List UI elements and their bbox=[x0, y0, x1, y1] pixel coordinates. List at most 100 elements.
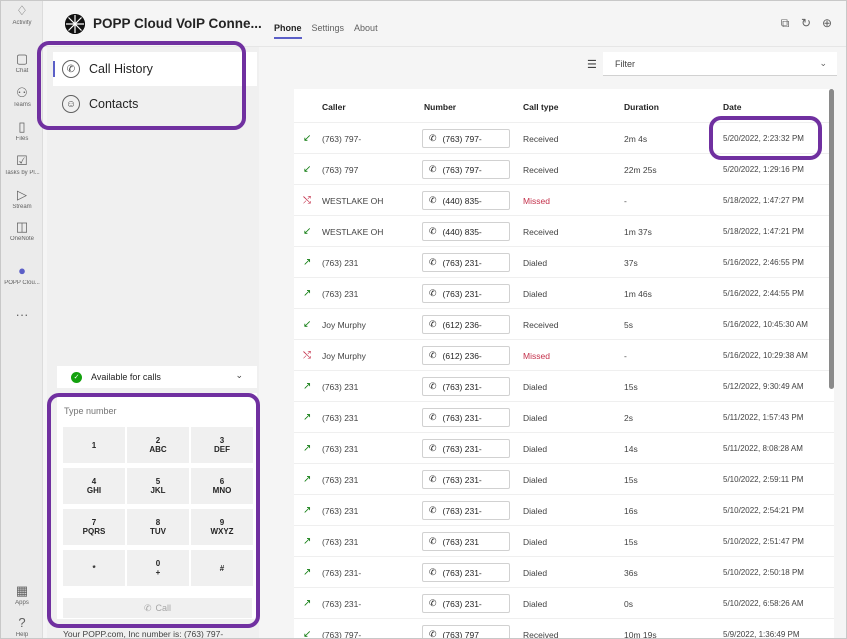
number-call-button[interactable]: ✆ (763) 797- bbox=[422, 129, 510, 148]
rail-item[interactable]: ◫ OneNote bbox=[1, 219, 43, 255]
table-row[interactable]: ↗ (763) 231- ✆ (763) 231- Dialed 36s 5/10/2022… bbox=[294, 556, 834, 587]
number-call-button[interactable]: ✆ (763) 231- bbox=[422, 501, 510, 520]
number-call-button[interactable]: ✆ (763) 231 bbox=[422, 532, 510, 551]
rail-item-label: Chat bbox=[15, 68, 29, 74]
tasks-icon: ☑ bbox=[16, 153, 28, 168]
caller-cell: WESTLAKE OH bbox=[322, 196, 384, 206]
keypad-key[interactable]: # bbox=[191, 550, 253, 586]
nav-contacts-label: Contacts bbox=[89, 97, 139, 111]
number-call-button[interactable]: ✆ (763) 231- bbox=[422, 439, 510, 458]
number-call-button[interactable]: ✆ (612) 236- bbox=[422, 346, 510, 365]
keypad-digit: 1 bbox=[91, 440, 97, 450]
number-cell: (763) 231 bbox=[442, 536, 479, 547]
availability-dropdown[interactable]: ✓ Available for calls ⌄ bbox=[57, 366, 257, 388]
rail-item[interactable]: ··· bbox=[1, 307, 43, 343]
table-row[interactable]: ↙ (763) 797- ✆ (763) 797 Received 10m 19s 5/9/… bbox=[294, 618, 834, 639]
dialed-call-icon: ↗ bbox=[303, 443, 312, 454]
number-call-button[interactable]: ✆ (763) 231- bbox=[422, 594, 510, 613]
keypad-key[interactable]: 5 JKL bbox=[127, 468, 189, 504]
keypad-key[interactable]: 8 TUV bbox=[127, 509, 189, 545]
table-row[interactable]: ↗ (763) 231- ✆ (763) 231- Dialed 0s 5/10/2022,… bbox=[294, 587, 834, 618]
date-cell: 5/16/2022, 10:29:38 AM bbox=[723, 351, 808, 360]
keypad-key[interactable]: 9 WXYZ bbox=[191, 509, 253, 545]
keypad-key[interactable]: 2 ABC bbox=[127, 427, 189, 463]
phone-icon: ✆ bbox=[429, 412, 437, 422]
rail-item[interactable]: ▢ Chat bbox=[1, 51, 43, 87]
number-call-button[interactable]: ✆ (763) 231- bbox=[422, 408, 510, 427]
number-call-button[interactable]: ✆ (440) 835- bbox=[422, 222, 510, 241]
keypad-key[interactable]: 1 bbox=[63, 427, 125, 463]
rail-item[interactable]: ⚇ Teams bbox=[1, 85, 43, 121]
rail-item[interactable]: ▯ Files bbox=[1, 119, 43, 155]
number-call-button[interactable]: ✆ (763) 231- bbox=[422, 377, 510, 396]
keypad-key[interactable]: 4 GHI bbox=[63, 468, 125, 504]
globe-icon[interactable]: ⊕ bbox=[820, 16, 834, 30]
keypad-key[interactable]: * bbox=[63, 550, 125, 586]
keypad-key[interactable]: 3 DEF bbox=[191, 427, 253, 463]
number-call-button[interactable]: ✆ (763) 231- bbox=[422, 253, 510, 272]
rail-item[interactable]: ● POPP Clou... bbox=[1, 263, 43, 299]
caller-cell: (763) 231 bbox=[322, 289, 359, 299]
date-cell: 5/18/2022, 1:47:27 PM bbox=[723, 196, 804, 205]
nav-call-history[interactable]: ✆ Call History bbox=[53, 52, 257, 86]
rail-item[interactable]: ▦ Apps bbox=[1, 583, 43, 619]
date-cell: 5/10/2022, 2:54:21 PM bbox=[723, 506, 804, 515]
rail-item[interactable]: ☑ Tasks by Pl... bbox=[1, 153, 43, 189]
date-cell: 5/10/2022, 2:59:11 PM bbox=[723, 475, 804, 484]
keypad-key[interactable]: 7 PQRS bbox=[63, 509, 125, 545]
number-input[interactable] bbox=[64, 403, 250, 419]
scrollbar[interactable] bbox=[829, 89, 834, 389]
number-call-button[interactable]: ✆ (763) 231- bbox=[422, 284, 510, 303]
number-cell: (763) 797- bbox=[442, 133, 482, 144]
table-row[interactable]: ↙ (763) 797- ✆ (763) 797- Received 2m 4s 5/20/… bbox=[294, 122, 834, 153]
number-call-button[interactable]: ✆ (440) 835- bbox=[422, 191, 510, 210]
keypad-key[interactable]: 0 + bbox=[127, 550, 189, 586]
table-row[interactable]: ⤭ WESTLAKE OH ✆ (440) 835- Missed - 5/18/2022,… bbox=[294, 184, 834, 215]
rail-item-label: Apps bbox=[15, 600, 29, 606]
number-call-button[interactable]: ✆ (763) 797 bbox=[422, 625, 510, 638]
received-call-icon: ↙ bbox=[303, 629, 312, 639]
tab-about[interactable]: About bbox=[354, 1, 378, 47]
table-row[interactable]: ↗ (763) 231 ✆ (763) 231- Dialed 15s 5/10/2022,… bbox=[294, 463, 834, 494]
tab-settings[interactable]: Settings bbox=[312, 1, 345, 47]
filter-dropdown[interactable]: Filter ⌄ bbox=[603, 52, 837, 76]
popout-icon[interactable]: ⧉ bbox=[778, 16, 792, 30]
number-call-button[interactable]: ✆ (763) 231- bbox=[422, 470, 510, 489]
number-call-button[interactable]: ✆ (763) 231- bbox=[422, 563, 510, 582]
table-row[interactable]: ↗ (763) 231 ✆ (763) 231- Dialed 15s 5/12/2022,… bbox=[294, 370, 834, 401]
call-type-cell: Dialed bbox=[523, 444, 548, 454]
chat-icon: ▢ bbox=[15, 51, 29, 66]
refresh-icon[interactable]: ↻ bbox=[799, 16, 813, 30]
tab-phone[interactable]: Phone bbox=[274, 1, 302, 47]
nav-contacts[interactable]: ☺ Contacts bbox=[53, 87, 257, 121]
rail-item[interactable]: ♢ Activity bbox=[1, 3, 43, 39]
col-header-duration: Duration bbox=[624, 102, 659, 112]
rail-item-label: Help bbox=[15, 632, 29, 638]
rail-item[interactable]: ? Help bbox=[1, 615, 43, 638]
table-row[interactable]: ↗ (763) 231 ✆ (763) 231- Dialed 14s 5/11/2022,… bbox=[294, 432, 834, 463]
phone-icon: ✆ bbox=[429, 164, 437, 174]
more-icon: ··· bbox=[15, 307, 29, 322]
keypad-key[interactable]: 6 MNO bbox=[191, 468, 253, 504]
rail-item-label: Teams bbox=[13, 102, 31, 108]
table-row[interactable]: ↙ (763) 797 ✆ (763) 797- Received 22m 25s 5/20… bbox=[294, 153, 834, 184]
table-row[interactable]: ↙ WESTLAKE OH ✆ (440) 835- Received 1m 37s 5/1… bbox=[294, 215, 834, 246]
caller-cell: Joy Murphy bbox=[322, 351, 366, 361]
keypad-digit: 4 bbox=[91, 476, 97, 486]
number-call-button[interactable]: ✆ (612) 236- bbox=[422, 315, 510, 334]
table-row[interactable]: ↗ (763) 231 ✆ (763) 231 Dialed 15s 5/10/2022, … bbox=[294, 525, 834, 556]
table-row[interactable]: ↗ (763) 231 ✆ (763) 231- Dialed 16s 5/10/2022,… bbox=[294, 494, 834, 525]
filter-icon[interactable]: ☰ bbox=[587, 58, 597, 71]
table-row[interactable]: ↗ (763) 231 ✆ (763) 231- Dialed 1m 46s 5/16/20… bbox=[294, 277, 834, 308]
missed-call-icon: ⤭ bbox=[303, 350, 311, 361]
table-row[interactable]: ↗ (763) 231 ✆ (763) 231- Dialed 37s 5/16/2022,… bbox=[294, 246, 834, 277]
call-button[interactable]: ✆ Call bbox=[63, 598, 252, 618]
table-row[interactable]: ↗ (763) 231 ✆ (763) 231- Dialed 2s 5/11/2022, … bbox=[294, 401, 834, 432]
number-call-button[interactable]: ✆ (763) 797- bbox=[422, 160, 510, 179]
table-row[interactable]: ⤭ Joy Murphy ✆ (612) 236- Missed - 5/16/2022, … bbox=[294, 339, 834, 370]
rail-item[interactable]: ▷ Stream bbox=[1, 187, 43, 223]
caller-cell: (763) 231 bbox=[322, 475, 359, 485]
duration-cell: 0s bbox=[624, 599, 633, 609]
caller-cell: (763) 231- bbox=[322, 599, 362, 609]
table-row[interactable]: ↙ Joy Murphy ✆ (612) 236- Received 5s 5/16/202… bbox=[294, 308, 834, 339]
